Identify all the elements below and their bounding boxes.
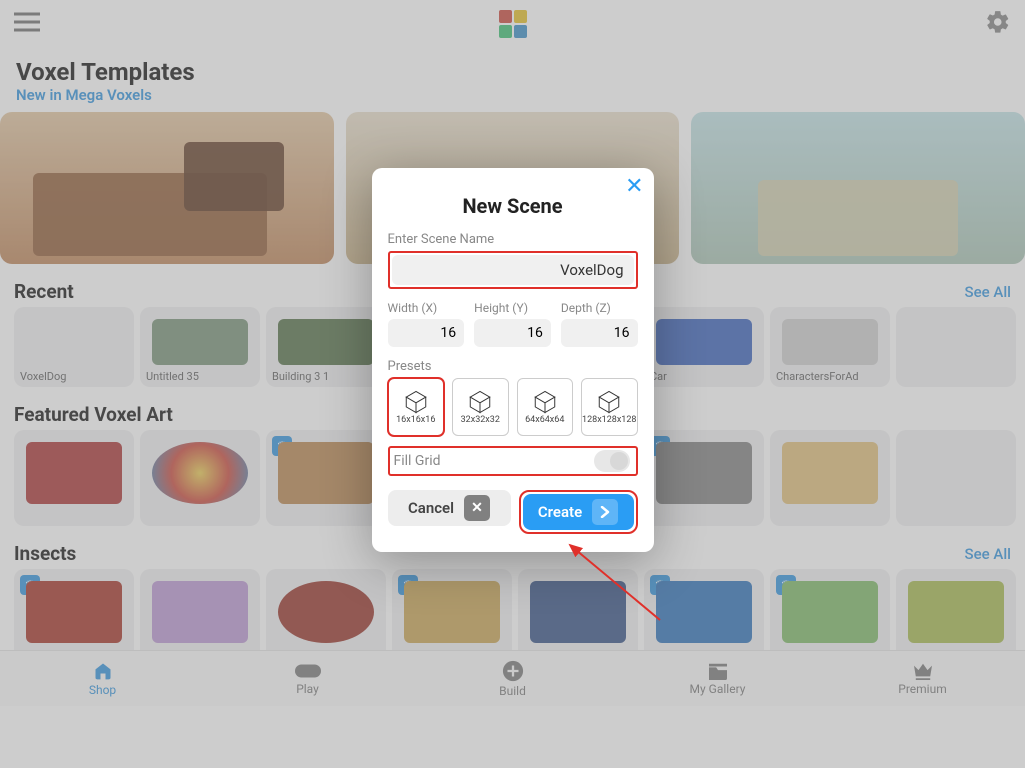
fill-grid-label: Fill Grid — [394, 453, 441, 469]
create-button[interactable]: Create — [523, 494, 634, 530]
preset-32[interactable]: 32x32x32 — [452, 378, 509, 436]
height-input[interactable] — [474, 319, 551, 347]
close-icon[interactable]: ✕ — [625, 176, 643, 198]
fill-grid-row: Fill Grid — [388, 446, 638, 476]
fill-grid-toggle[interactable] — [594, 450, 630, 472]
width-input[interactable] — [388, 319, 465, 347]
preset-64[interactable]: 64x64x64 — [517, 378, 574, 436]
preset-16[interactable]: 16x16x16 — [388, 378, 445, 436]
modal-title: New Scene — [388, 194, 638, 218]
height-label: Height (Y) — [474, 301, 551, 315]
width-label: Width (X) — [388, 301, 465, 315]
depth-label: Depth (Z) — [561, 301, 638, 315]
cancel-button[interactable]: Cancel ✕ — [388, 490, 511, 526]
presets-label: Presets — [388, 359, 638, 374]
x-icon: ✕ — [464, 495, 490, 521]
depth-input[interactable] — [561, 319, 638, 347]
scene-name-input[interactable] — [392, 255, 634, 285]
chevron-right-icon — [592, 499, 618, 525]
scene-name-label: Enter Scene Name — [388, 232, 638, 247]
preset-128[interactable]: 128x128x128 — [581, 378, 638, 436]
new-scene-modal: ✕ New Scene Enter Scene Name Width (X) H… — [372, 168, 654, 552]
